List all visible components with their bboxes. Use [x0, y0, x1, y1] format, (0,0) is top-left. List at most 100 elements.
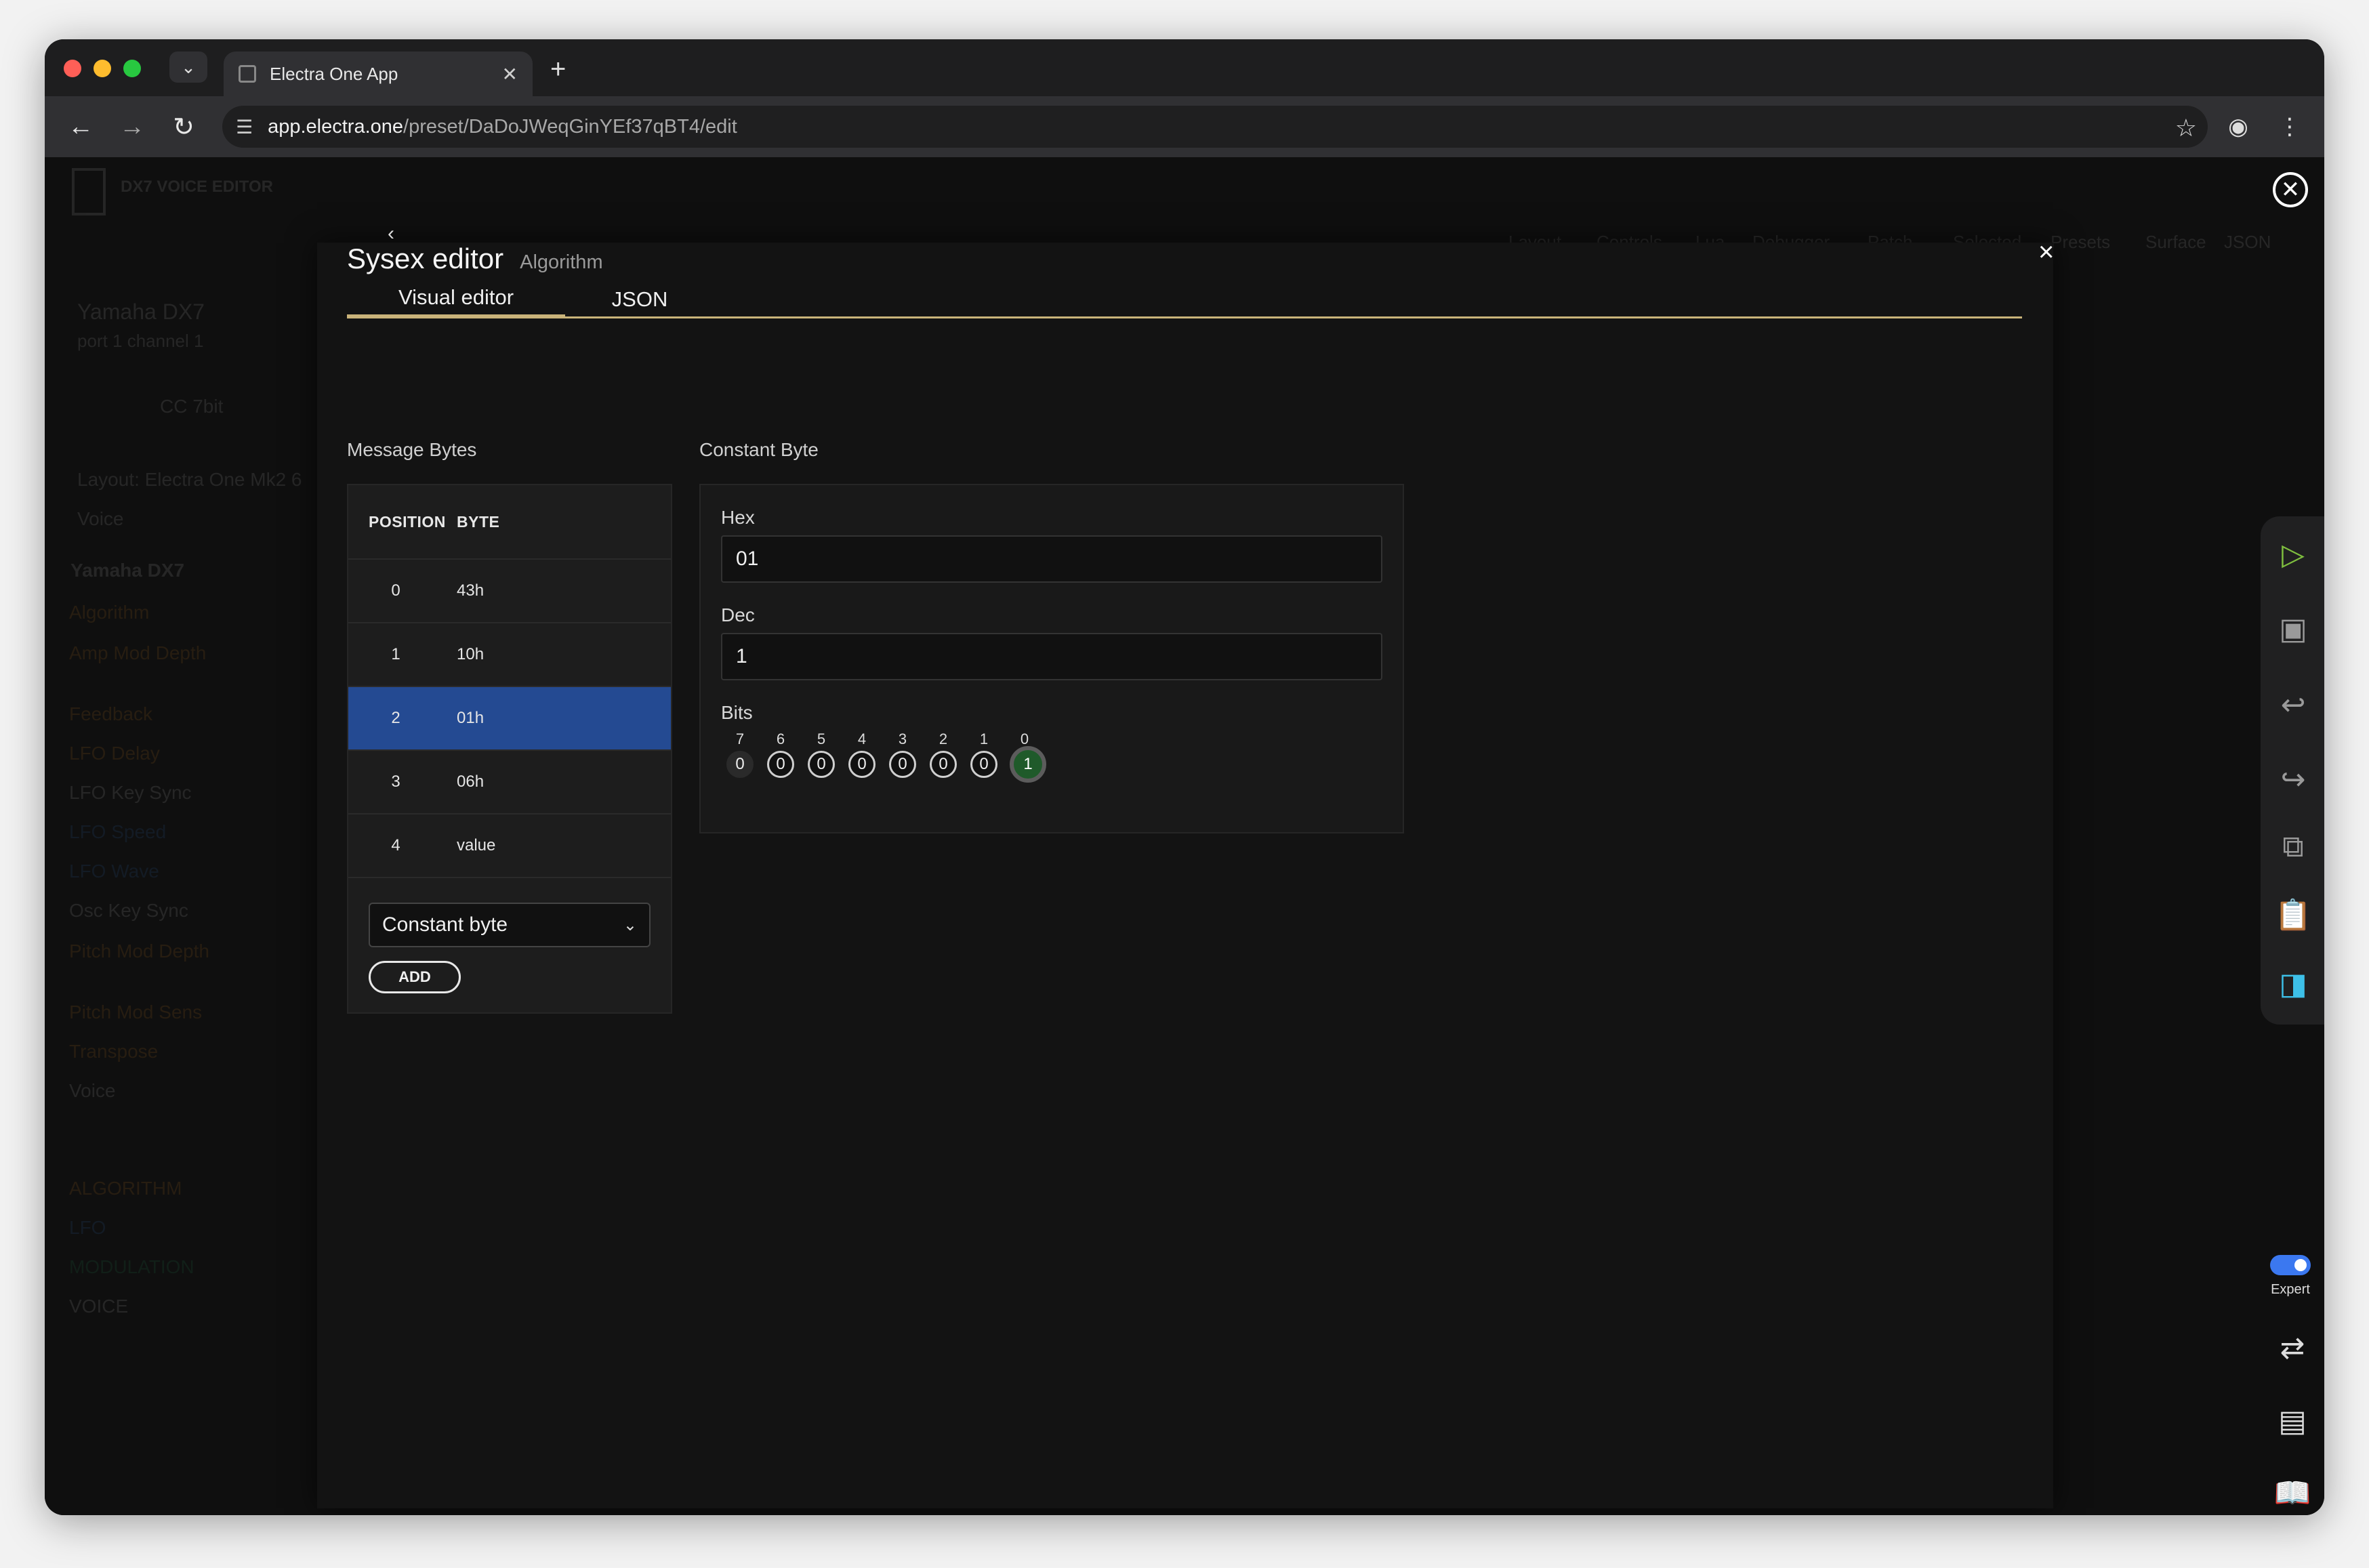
hex-input[interactable]: 01: [721, 535, 1382, 583]
back-arrow-icon[interactable]: ←: [64, 110, 98, 144]
bit-number: 4: [857, 730, 867, 747]
new-tab-button[interactable]: +: [550, 54, 566, 85]
browser-toolbar: ← → ↻ ☰ app.electra.one/preset/DaDoJWeqG…: [45, 96, 2324, 157]
modal-subtitle: Algorithm: [520, 251, 603, 273]
bit-number: 2: [939, 730, 948, 747]
bit-column: 5 0: [806, 730, 836, 778]
constant-byte-panel: Hex 01 Dec 1 Bits 7 0 6 0 5 0 4 0 3 0 2 …: [699, 484, 1404, 833]
sysex-editor-modal: ‹ × Sysex editor Algorithm Visual editor…: [317, 222, 2054, 1508]
tab-visual-editor[interactable]: Visual editor: [347, 281, 565, 318]
row-position: 0: [391, 581, 400, 600]
bit-column: 4 0: [847, 730, 877, 778]
reload-icon[interactable]: ↻: [167, 110, 201, 144]
more-menu-icon[interactable]: ⋮: [2273, 110, 2307, 144]
paste-icon[interactable]: 📋: [2274, 896, 2312, 934]
tab-strip: ⌄ Electra One App ✕ +: [45, 39, 2324, 96]
dec-label: Dec: [721, 604, 755, 625]
bit-column: 6 0: [766, 730, 796, 778]
table-row[interactable]: 4 value: [348, 814, 671, 878]
dec-input[interactable]: 1: [721, 633, 1382, 680]
copy-icon[interactable]: ⧉: [2274, 828, 2312, 866]
bit-number: 5: [817, 730, 826, 747]
maximize-window-button[interactable]: [123, 60, 141, 77]
bit-toggle[interactable]: 0: [726, 751, 754, 778]
redo-icon[interactable]: ↪: [2274, 760, 2312, 798]
row-byte: 01h: [457, 709, 485, 727]
chevron-left-icon[interactable]: ‹: [388, 222, 394, 245]
message-bytes-label: Message Bytes: [347, 439, 477, 460]
row-position: 4: [391, 836, 400, 854]
forward-arrow-icon[interactable]: →: [115, 110, 149, 144]
row-position: 3: [391, 772, 400, 791]
bit-toggle-on[interactable]: 1: [1010, 746, 1046, 783]
chevron-down-icon: ⌄: [623, 915, 637, 934]
row-byte: 10h: [457, 645, 485, 663]
tab-close-icon[interactable]: ✕: [502, 63, 518, 85]
row-byte: 43h: [457, 581, 485, 600]
url-domain: app.electra.one: [268, 115, 404, 138]
byte-type-select[interactable]: Constant byte ⌄: [369, 903, 651, 947]
undo-icon[interactable]: ↩: [2274, 686, 2312, 724]
bits-label: Bits: [721, 702, 753, 723]
bit-toggle[interactable]: 0: [889, 751, 916, 778]
app-page: DX7 VOICE EDITOR Yamaha DX7 port 1 chann…: [45, 157, 2324, 1515]
modal-title: Sysex editor: [347, 243, 504, 274]
bit-column: 1 0: [969, 730, 999, 778]
table-row[interactable]: 1 10h: [348, 623, 671, 687]
bit-number: 7: [735, 730, 745, 747]
bit-toggle[interactable]: 0: [808, 751, 835, 778]
tab-search-button[interactable]: ⌄: [169, 51, 207, 83]
table-header: POSITION BYTE: [348, 485, 671, 560]
bookmark-star-icon[interactable]: ☆: [2175, 114, 2197, 142]
browser-window: ⌄ Electra One App ✕ + ← → ↻ ☰ app.electr…: [45, 39, 2324, 1515]
electra-favicon-icon: [239, 65, 256, 83]
expert-toggle[interactable]: [2270, 1255, 2311, 1275]
byte-type-value: Constant byte: [382, 913, 508, 936]
bit-column: 0 1: [1010, 730, 1046, 783]
close-window-button[interactable]: [64, 60, 81, 77]
bit-column: 3 0: [888, 730, 918, 778]
bit-number: 1: [979, 730, 989, 747]
bit-number: 3: [898, 730, 907, 747]
row-byte: value: [457, 836, 496, 854]
address-bar[interactable]: ☰ app.electra.one/preset/DaDoJWeqGinYEf3…: [222, 106, 2208, 148]
table-row[interactable]: 3 06h: [348, 751, 671, 814]
url-path: /preset/DaDoJWeqGinYEf37qBT4/edit: [403, 115, 737, 138]
byte-header: BYTE: [457, 512, 500, 531]
play-icon[interactable]: ▷: [2274, 535, 2312, 573]
row-position: 2: [391, 709, 400, 727]
tab-json[interactable]: JSON: [565, 281, 714, 318]
chevron-down-icon: ⌄: [181, 56, 196, 77]
bit-toggle[interactable]: 0: [970, 751, 997, 778]
minimize-window-button[interactable]: [94, 60, 111, 77]
bit-column: 2 0: [928, 730, 958, 778]
bit-toggle[interactable]: 0: [767, 751, 794, 778]
row-position: 1: [391, 645, 400, 663]
expert-label: Expert: [2271, 1282, 2310, 1297]
add-byte-button[interactable]: ADD: [369, 961, 461, 993]
site-settings-icon[interactable]: ☰: [236, 116, 253, 138]
panel-toggle-icon[interactable]: ◨: [2274, 965, 2312, 1003]
row-byte: 06h: [457, 772, 485, 791]
bit-number: 6: [776, 730, 785, 747]
table-row-selected[interactable]: 2 01h: [348, 687, 671, 751]
table-row[interactable]: 0 43h: [348, 560, 671, 623]
modal-tabs: Visual editor JSON: [347, 281, 2022, 318]
browser-tab[interactable]: Electra One App ✕: [224, 51, 533, 96]
profile-icon[interactable]: ◉: [2221, 110, 2255, 144]
calculator-icon[interactable]: ▤: [2274, 1403, 2311, 1439]
close-circle-icon[interactable]: ✕: [2273, 172, 2308, 207]
swap-arrows-icon[interactable]: ⇄: [2274, 1329, 2311, 1366]
toggle-knob: [2294, 1259, 2307, 1271]
bit-column: 7 0: [725, 730, 755, 778]
bit-toggle[interactable]: 0: [848, 751, 876, 778]
modal-close-icon[interactable]: ×: [2038, 237, 2054, 268]
modal-title-row: Sysex editor Algorithm: [347, 243, 603, 275]
constant-byte-label: Constant Byte: [699, 439, 819, 460]
hex-label: Hex: [721, 507, 755, 528]
book-icon[interactable]: 📖: [2274, 1474, 2311, 1511]
save-icon[interactable]: ▣: [2274, 610, 2312, 648]
position-header: POSITION: [369, 512, 446, 531]
tab-title: Electra One App: [270, 63, 398, 84]
bit-toggle[interactable]: 0: [930, 751, 957, 778]
